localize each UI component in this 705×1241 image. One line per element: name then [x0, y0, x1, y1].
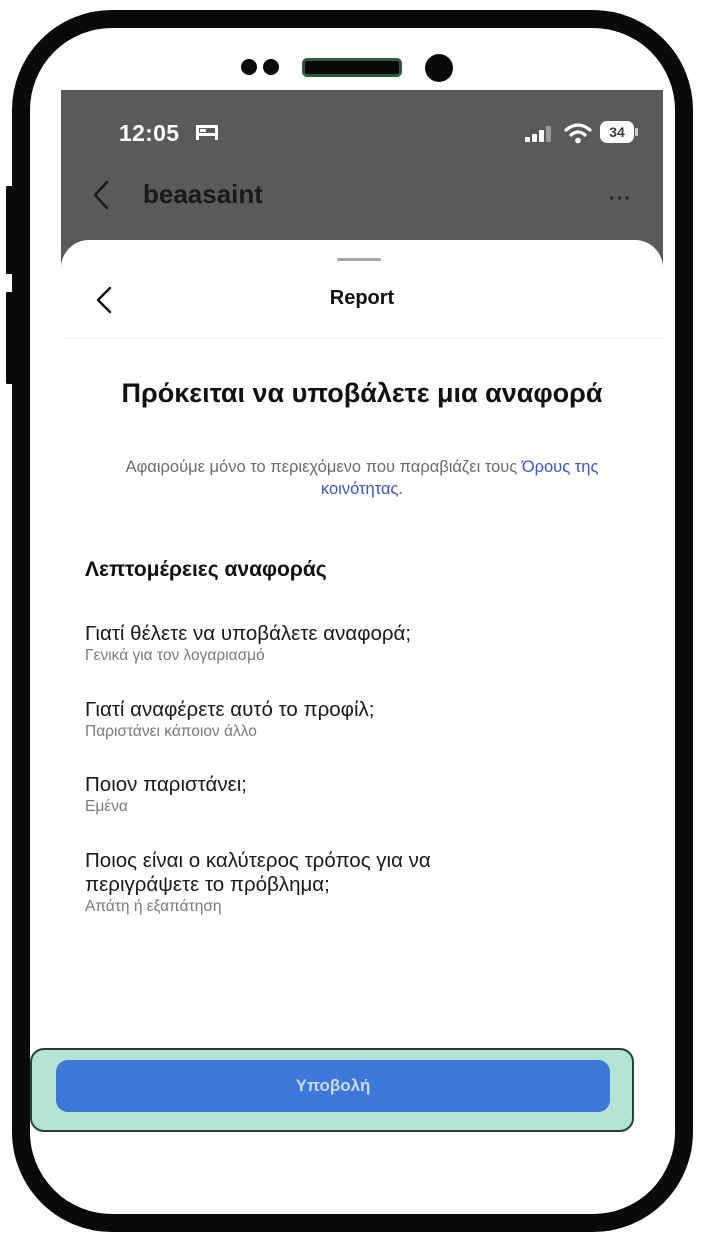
status-time: 12:05 [119, 120, 180, 146]
screen: 12:05 34 beaasaint ··· Report Πρόκειται … [61, 90, 663, 1201]
sensor-dot [263, 59, 279, 75]
speaker-grille [302, 58, 402, 77]
detail-question: Γιατί θέλετε να υποβάλετε αναφορά; [85, 622, 412, 645]
wifi-icon [564, 123, 592, 144]
battery-icon: 34 [600, 121, 638, 143]
subtext-text: Αφαιρούμε μόνο το περιεχόμενο που παραβι… [125, 458, 522, 476]
more-icon[interactable]: ··· [609, 188, 632, 211]
detail-question: Γιατί αναφέρετε αυτό το προφίλ; [85, 698, 375, 721]
report-detail-item: Γιατί αναφέρετε αυτό το προφίλ; Παριστάν… [85, 698, 645, 741]
subtext-end: . [398, 480, 404, 498]
submit-highlight: Υποβολή [30, 1048, 634, 1132]
submit-button[interactable]: Υποβολή [56, 1060, 610, 1112]
report-headline: Πρόκειται να υποβάλετε μια αναφορά [121, 378, 603, 408]
detail-answer: Εμένα [85, 798, 128, 815]
report-subtext: Αφαιρούμε μόνο το περιεχόμενο που παραβι… [101, 456, 623, 500]
profile-username: beaasaint [143, 179, 263, 209]
detail-answer: Απάτη ή εξαπάτηση [85, 898, 222, 915]
sheet-title: Report [329, 287, 395, 309]
bed-icon [196, 125, 218, 140]
section-title: Λεπτομέρειες αναφοράς [85, 558, 327, 581]
detail-question: Ποιον παριστάνει; [85, 773, 247, 796]
back-chevron-icon[interactable] [93, 180, 109, 210]
signal-icon [525, 126, 551, 142]
report-detail-item: Ποιον παριστάνει; Εμένα [85, 773, 645, 816]
detail-answer: Παριστάνει κάποιον άλλο [85, 723, 257, 740]
sheet-drag-handle[interactable] [337, 258, 381, 261]
divider [61, 338, 663, 339]
report-detail-item: Ποιος είναι ο καλύτερος τρόπος για να πε… [85, 849, 545, 916]
battery-level: 34 [609, 124, 625, 140]
detail-answer: Γενικά για τον λογαριασμό [85, 647, 265, 664]
sensor-dot [241, 59, 257, 75]
report-detail-item: Γιατί θέλετε να υποβάλετε αναφορά; Γενικ… [85, 622, 645, 665]
camera-dot [425, 54, 453, 82]
detail-question: Ποιος είναι ο καλύτερος τρόπος για να πε… [85, 849, 431, 896]
